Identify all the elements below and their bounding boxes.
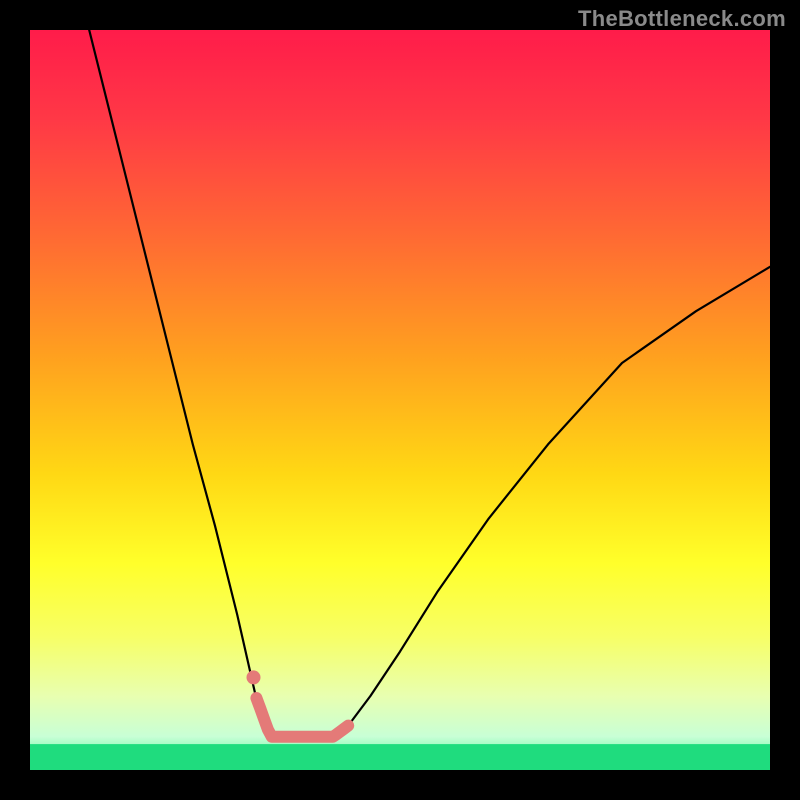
optimal-band [30,744,770,770]
bottleneck-chart [0,0,800,800]
chart-frame: TheBottleneck.com [0,0,800,800]
marker-dot [247,670,261,684]
watermark-text: TheBottleneck.com [578,6,786,32]
gradient-background [30,30,770,770]
